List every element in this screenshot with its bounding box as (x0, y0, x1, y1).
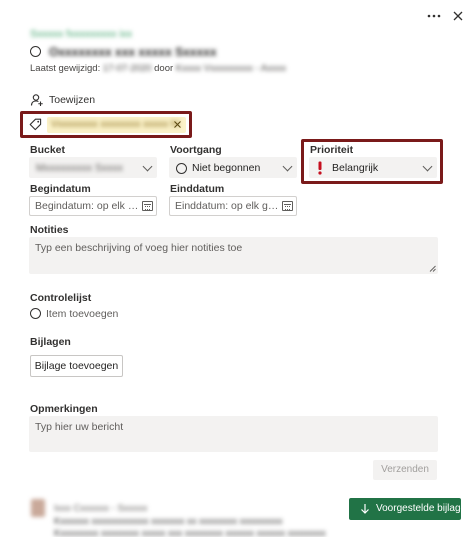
resize-handle-icon[interactable] (429, 265, 436, 272)
attachments-label: Bijlagen (30, 336, 71, 348)
progress-label: Voortgang (170, 144, 222, 156)
add-item-label: Item toevoegen (46, 308, 119, 320)
comment-input[interactable]: Typ hier uw bericht (29, 416, 438, 452)
chevron-down-icon (422, 161, 433, 172)
more-horizontal-icon (427, 14, 441, 18)
notes-textarea[interactable]: Typ een beschrijving of voeg hier notiti… (29, 237, 438, 274)
due-date-placeholder: Einddatum: op elk gewenst moment (175, 200, 279, 212)
bucket-select[interactable]: Mxxxxxxxxx Sxxxx (29, 157, 157, 178)
assign-button[interactable]: Toewijzen (30, 93, 120, 107)
notes-placeholder: Typ een beschrijving of voeg hier notiti… (35, 242, 243, 254)
by-label: door (154, 63, 174, 74)
add-attachment-button[interactable]: Bijlage toevoegen (30, 355, 123, 377)
comments-label: Opmerkingen (30, 403, 98, 415)
close-icon (453, 11, 463, 21)
tag-icon (29, 118, 42, 131)
close-icon (174, 121, 181, 128)
priority-label: Prioriteit (310, 144, 354, 156)
more-options-button[interactable] (426, 9, 442, 23)
comment-author: Ixxx Cxxxxxx - Sxxxxx (54, 503, 148, 514)
remove-label-button[interactable] (172, 119, 183, 130)
last-modified-label: Laatst gewijzigd: (30, 63, 101, 74)
chevron-down-icon (282, 161, 293, 172)
chevron-down-icon (142, 161, 153, 172)
checklist-label: Controlelijst (30, 292, 92, 304)
plan-name: Sxxxxx fxxxxxxxxx ixx (30, 28, 133, 40)
task-title[interactable]: Oxxxxxxxx xxx xxxxx Sxxxxx (49, 45, 217, 59)
label-tag-icon-wrap (29, 118, 42, 131)
complete-task-checkbox[interactable] (30, 46, 41, 57)
checklist-circle-icon (30, 308, 41, 319)
label-tag[interactable]: Vxxxxxxxx xxxxxxxx xxxxx hl (47, 117, 186, 133)
send-button[interactable]: Verzenden (373, 460, 437, 480)
priority-select[interactable]: Belangrijk (309, 157, 437, 178)
comment-placeholder: Typ hier uw bericht (35, 421, 124, 433)
exclamation-icon (318, 161, 322, 175)
notes-label: Notities (30, 224, 69, 236)
modified-by: Kxxxx Vxxxxxxxxx - Axxxx (175, 63, 287, 74)
progress-select[interactable]: Niet begonnen (169, 157, 297, 178)
assign-label: Toewijzen (49, 94, 96, 106)
last-modified-value: 17-07-2020 (102, 63, 152, 74)
label-tag-text: Vxxxxxxxx xxxxxxxx xxxxx hl (51, 119, 179, 130)
due-date-input[interactable]: Einddatum: op elk gewenst moment (169, 196, 297, 216)
add-checklist-item[interactable]: Item toevoegen (30, 307, 150, 321)
arrow-down-icon (361, 504, 369, 514)
progress-value: Niet begonnen (192, 162, 261, 174)
last-modified: Laatst gewijzigd: 17-07-2020 door Kxxxx … (30, 63, 286, 74)
priority-value: Belangrijk (332, 162, 379, 174)
start-date-placeholder: Begindatum: op elk gewenst moment (35, 200, 139, 212)
not-started-icon (176, 163, 187, 174)
comment-line: Kxxxxxxxx xxxxxxxx xxxxx xxx xxxxxxxx xx… (54, 528, 326, 537)
start-date-label: Begindatum (30, 183, 91, 195)
avatar (31, 499, 45, 517)
close-button[interactable] (451, 9, 465, 23)
bucket-value: Mxxxxxxxxx Sxxxx (36, 162, 123, 174)
calendar-icon[interactable] (282, 201, 293, 211)
suggested-attachments-label: Voorgestelde bijlagen (376, 503, 472, 514)
bucket-label: Bucket (30, 144, 66, 156)
due-date-label: Einddatum (170, 183, 225, 195)
suggested-attachments-button[interactable]: Voorgestelde bijlagen (349, 498, 472, 520)
start-date-input[interactable]: Begindatum: op elk gewenst moment (29, 196, 157, 216)
comment-line: Kxxxxxx xxxxxxxxxxxx xxxxxxx xx xxxxxxxx… (54, 516, 283, 527)
calendar-icon[interactable] (142, 201, 153, 211)
person-add-icon (30, 94, 43, 106)
